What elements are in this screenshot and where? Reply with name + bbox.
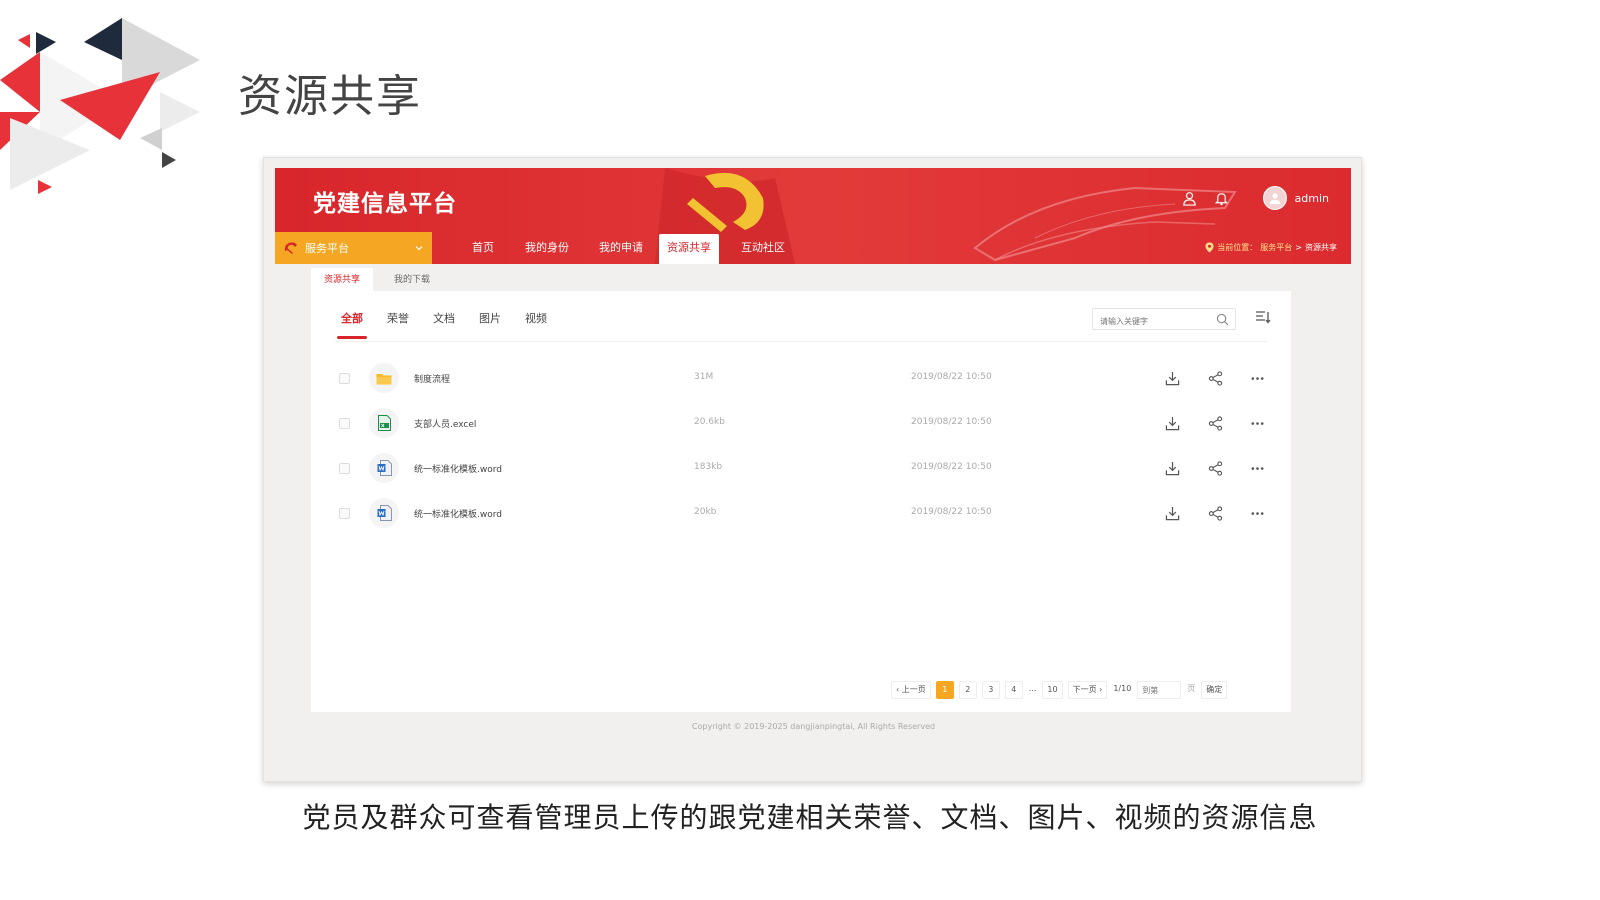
word-icon (369, 498, 399, 528)
page-button[interactable]: 2 (958, 681, 977, 699)
slide-caption: 党员及群众可查看管理员上传的跟党建相关荣誉、文档、图片、视频的资源信息 (302, 801, 1318, 834)
share-icon[interactable] (1206, 504, 1224, 522)
header-actions: admin (1181, 186, 1329, 210)
tab-honors[interactable]: 荣誉 (387, 309, 409, 339)
table-row[interactable]: 制度流程 31M 2019/08/22 10:50 (335, 358, 1271, 398)
row-checkbox[interactable] (339, 418, 350, 429)
service-platform-dropdown[interactable]: 服务平台 (275, 232, 432, 264)
download-icon[interactable] (1163, 369, 1181, 387)
row-checkbox[interactable] (339, 373, 350, 384)
subtab-my-downloads[interactable]: 我的下载 (381, 268, 443, 292)
download-icon[interactable] (1163, 504, 1181, 522)
sort-icon[interactable] (1255, 310, 1271, 324)
file-date: 2019/08/22 10:50 (911, 417, 992, 427)
share-icon[interactable] (1206, 369, 1224, 387)
nav-item-my-identity[interactable]: 我的身份 (511, 232, 583, 264)
more-icon[interactable] (1248, 459, 1266, 477)
nav-item-resource-sharing[interactable]: 资源共享 (659, 234, 719, 264)
download-icon[interactable] (1163, 459, 1181, 477)
username[interactable]: admin (1295, 192, 1329, 205)
next-page-label: 下一页 (1072, 685, 1097, 694)
page-unit-label: 页 (1186, 681, 1197, 699)
breadcrumb-current: 资源共享 (1305, 243, 1337, 252)
word-icon (369, 453, 399, 483)
prev-page-label: 上一页 (901, 685, 926, 694)
chevron-down-icon (415, 246, 423, 251)
excel-icon (369, 408, 399, 438)
prev-page-button[interactable]: ‹ 上一页 (891, 681, 931, 699)
page-button[interactable]: 1 (935, 681, 954, 699)
bell-icon[interactable] (1213, 189, 1231, 207)
file-name[interactable]: 统一标准化模板.word (414, 462, 502, 475)
slide-title: 资源共享 (238, 71, 422, 122)
search-icon[interactable] (1216, 313, 1229, 326)
pagination: ‹ 上一页 1 2 3 4 ... 10 下一页 › 1/10 页 确定 (891, 681, 1228, 699)
file-size: 31M (694, 372, 714, 382)
goto-page-input[interactable] (1137, 681, 1182, 699)
file-date: 2019/08/22 10:50 (911, 372, 992, 382)
tab-images[interactable]: 图片 (479, 309, 501, 339)
nav-item-my-applications[interactable]: 我的申请 (585, 232, 657, 264)
main-nav: 服务平台 首页 我的身份 我的申请 资源共享 互动社区 当前位置： 服务平台 >… (275, 232, 1351, 264)
row-checkbox[interactable] (339, 463, 350, 474)
folder-icon (369, 363, 399, 393)
file-date: 2019/08/22 10:50 (911, 507, 992, 517)
file-date: 2019/08/22 10:50 (911, 462, 992, 472)
page-button[interactable]: 4 (1004, 681, 1023, 699)
share-icon[interactable] (1206, 459, 1224, 477)
category-tabs: 全部 荣誉 文档 图片 视频 (337, 309, 547, 339)
platform-name: 党建信息平台 (313, 191, 457, 217)
next-page-button[interactable]: 下一页 › (1067, 681, 1108, 699)
breadcrumb-parent[interactable]: 服务平台 (1260, 242, 1292, 253)
nav-item-community[interactable]: 互动社区 (733, 232, 793, 264)
page-total: 1/10 (1112, 681, 1133, 699)
file-size: 20.6kb (694, 417, 725, 427)
subtab-resource-sharing[interactable]: 资源共享 (311, 268, 374, 292)
decorative-triangles (0, 18, 200, 194)
table-row[interactable]: 统一标准化模板.word 183kb 2019/08/22 10:50 (335, 448, 1271, 488)
location-pin-icon (1205, 242, 1214, 253)
page-ellipsis: ... (1027, 681, 1038, 699)
file-name[interactable]: 统一标准化模板.word (414, 507, 502, 520)
table-row[interactable]: 统一标准化模板.word 20kb 2019/08/22 10:50 (335, 493, 1271, 533)
avatar[interactable] (1262, 186, 1287, 210)
party-emblem-icon (284, 242, 297, 254)
copyright: Copyright © 2019-2025 dangjianpingtai, A… (691, 722, 936, 731)
tab-all[interactable]: 全部 (337, 309, 367, 339)
download-icon[interactable] (1163, 414, 1181, 432)
file-size: 183kb (694, 462, 723, 472)
search-input[interactable] (1093, 311, 1203, 332)
more-icon[interactable] (1248, 414, 1266, 432)
header-banner: 党建信息平台 admin 服务平台 首页 我的身份 我的申请 资源共享 互动社区… (275, 168, 1351, 264)
search-box (1092, 308, 1236, 332)
table-row[interactable]: 支部人员.excel 20.6kb 2019/08/22 10:50 (335, 403, 1271, 443)
divider (335, 341, 1267, 342)
breadcrumb: 当前位置： 服务平台 > 资源共享 (1205, 242, 1337, 253)
breadcrumb-prefix: 当前位置： (1217, 243, 1258, 252)
file-name[interactable]: 支部人员.excel (414, 417, 476, 430)
subtabs: 资源共享 我的下载 (311, 268, 451, 292)
nav-item-home[interactable]: 首页 (455, 232, 511, 264)
file-name[interactable]: 制度流程 (414, 372, 450, 385)
more-icon[interactable] (1248, 369, 1266, 387)
resource-panel: 全部 荣誉 文档 图片 视频 制度流程 31M 2019/08/22 10:50 (311, 291, 1291, 712)
page-button[interactable]: 10 (1042, 681, 1063, 699)
file-size: 20kb (694, 507, 717, 517)
breadcrumb-separator: > (1295, 243, 1302, 252)
app-screenshot-frame: 党建信息平台 admin 服务平台 首页 我的身份 我的申请 资源共享 互动社区… (263, 157, 1362, 782)
confirm-button[interactable]: 确定 (1201, 681, 1228, 699)
page-button[interactable]: 3 (981, 681, 1000, 699)
share-icon[interactable] (1206, 414, 1224, 432)
row-checkbox[interactable] (339, 508, 350, 519)
more-icon[interactable] (1248, 504, 1266, 522)
user-icon[interactable] (1181, 189, 1199, 207)
tab-videos[interactable]: 视频 (525, 309, 547, 339)
tab-documents[interactable]: 文档 (433, 309, 455, 339)
service-platform-label: 服务平台 (305, 242, 349, 255)
